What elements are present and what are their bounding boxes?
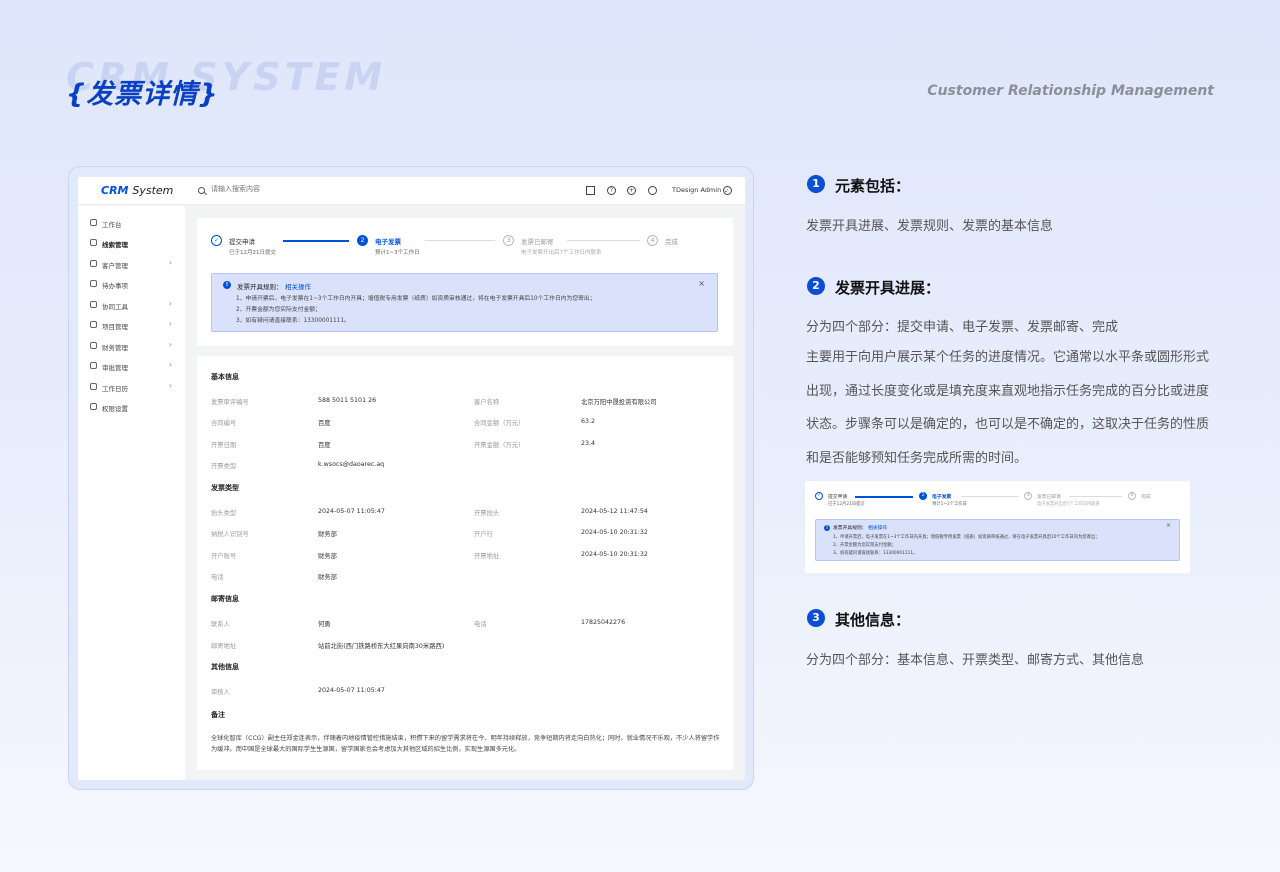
chevron-right-icon: › xyxy=(168,299,172,308)
sidebar-item-permissions[interactable]: 权限设置 xyxy=(88,400,176,414)
close-icon[interactable]: × xyxy=(1166,522,1171,529)
step-connector xyxy=(1069,496,1122,497)
step-connector xyxy=(961,496,1019,497)
sidebar-item-todo[interactable]: 待办事项 xyxy=(88,277,176,291)
invoice-rules-notice: ! 发票开具规则： 相关操作 × 1、申请开票后，电子发票在1~3个工作日内开具… xyxy=(211,273,718,332)
sidebar-item-calendar[interactable]: 工作日历 › xyxy=(88,380,176,394)
section-title-other: 其他信息 xyxy=(211,663,239,671)
page-title: {发票详情} xyxy=(66,79,219,110)
todo-icon xyxy=(90,280,97,287)
app-window: CRM System ? + TDesign Admin ⌄ · 工作台 线索管… xyxy=(78,177,745,780)
app-mockup-frame: CRM System ? + TDesign Admin ⌄ · 工作台 线索管… xyxy=(68,166,754,790)
chevron-right-icon: › xyxy=(168,258,172,267)
add-icon[interactable]: + xyxy=(627,186,636,195)
user-menu[interactable]: TDesign Admin ⌄ xyxy=(672,186,729,194)
tool-icon xyxy=(90,301,97,308)
chevron-right-icon: › xyxy=(168,319,172,328)
project-icon xyxy=(90,321,97,328)
sidebar: 工作台 线索管理 客户管理 › 待办事项 协同工具 › 项目管理 › 财务管理 › 审批… xyxy=(78,206,185,780)
section-title-mail: 邮寄信息 xyxy=(211,595,239,603)
section-heading-2: 发票开具进展： xyxy=(835,279,941,297)
detail-card: 基本信息 发票审评编号 588 5011 5101 26 客户名称 北京万阳中晟… xyxy=(197,356,733,770)
section-number-2: 2 xyxy=(807,277,825,295)
check-icon: ✓ xyxy=(211,235,222,246)
search-icon[interactable] xyxy=(198,187,205,194)
info-icon: ! xyxy=(824,525,830,531)
remark-text: 全球化智库（CCG）副主任郑金连表示，伴随着内地疫情管控措施结束，积攒下来的留学… xyxy=(211,735,720,753)
step-connector xyxy=(567,240,640,241)
top-bar: CRM System ? + TDesign Admin ⌄ · xyxy=(78,177,745,205)
chevron-right-icon: › xyxy=(168,340,172,349)
mail-icon[interactable] xyxy=(586,186,595,195)
section-heading-1: 元素包括： xyxy=(835,177,911,195)
sidebar-item-finance[interactable]: 财务管理 › xyxy=(88,339,176,353)
logo[interactable]: CRM System xyxy=(101,184,173,197)
sidebar-item-customers[interactable]: 客户管理 › xyxy=(88,257,176,271)
shield-icon xyxy=(90,403,97,410)
chevron-right-icon: › xyxy=(168,381,172,390)
sidebar-item-approval[interactable]: 审批管理 › xyxy=(88,359,176,373)
section-text-2: 分为四个部分：提交申请、电子发票、发票邮寄、完成 xyxy=(806,320,1119,335)
sidebar-item-leads[interactable]: 线索管理 xyxy=(88,236,176,250)
help-icon[interactable]: ? xyxy=(607,186,616,195)
sidebar-item-desktop[interactable]: 工作台 xyxy=(88,216,176,230)
lead-icon xyxy=(90,239,97,246)
section-number-1: 1 xyxy=(807,175,825,193)
section-number-3: 3 xyxy=(807,609,825,627)
progress-card: ✓ 提交申请 已于12月21日提交 2 电子发票 预计1~3个工作日 3 发票已… xyxy=(197,218,733,346)
chevron-right-icon: › xyxy=(168,360,172,369)
sidebar-item-projects[interactable]: 项目管理 › xyxy=(88,318,176,332)
search-input[interactable] xyxy=(211,185,361,193)
desktop-icon xyxy=(90,219,97,226)
step-connector xyxy=(283,240,349,242)
section-title-remark: 备注 xyxy=(211,711,225,719)
sidebar-item-tools[interactable]: 协同工具 › xyxy=(88,298,176,312)
invoice-rules-notice: ! 发票开具规则： 相关操作 × 1、申请开票后，电子发票在1~3个工作日内开具… xyxy=(815,519,1180,561)
close-icon[interactable]: × xyxy=(698,279,705,288)
info-icon: ! xyxy=(223,281,231,289)
user-icon xyxy=(90,260,97,267)
finance-icon xyxy=(90,342,97,349)
page-subtitle: Customer Relationship Management xyxy=(927,83,1214,99)
section-title-invoice-type: 发票类型 xyxy=(211,484,239,492)
check-icon: ✓ xyxy=(815,492,823,500)
section-text-3: 分为四个部分：基本信息、开票类型、邮寄方式、其他信息 xyxy=(806,653,1145,668)
approve-icon xyxy=(90,362,97,369)
section-paragraph-2: 主要用于向用户展示某个任务的进度情况。它通常以水平条或圆形形式出现，通过长度变化… xyxy=(806,350,1210,466)
user-icon[interactable] xyxy=(648,186,657,195)
settings-icon[interactable]: · xyxy=(723,186,732,195)
step-connector xyxy=(855,496,913,498)
section-heading-3: 其他信息： xyxy=(835,611,911,629)
section-title-basic: 基本信息 xyxy=(211,373,239,381)
related-actions-link[interactable]: 相关操作 xyxy=(285,281,311,291)
section-text-1: 发票开具进展、发票规则、发票的基本信息 xyxy=(806,219,1054,234)
progress-preview-thumbnail: ✓ 提交申请 已于12月21日提交 2 电子发票 预计1~3个工作日 3 发票已… xyxy=(805,481,1190,573)
calendar-icon xyxy=(90,383,97,390)
related-actions-link[interactable]: 相关操作 xyxy=(868,524,887,531)
step-connector xyxy=(425,240,495,241)
